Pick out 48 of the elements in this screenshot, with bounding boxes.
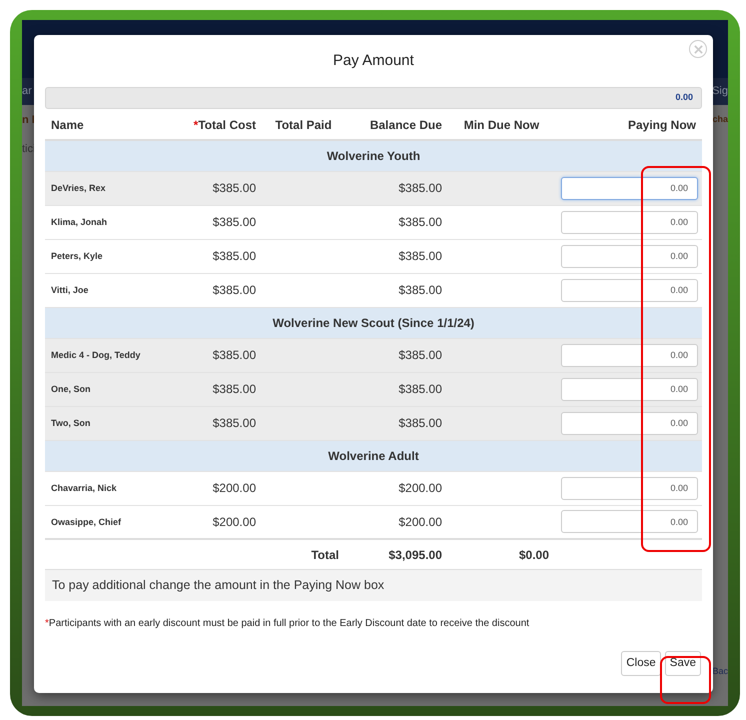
paying-now-field[interactable]: 0.00: [561, 244, 698, 268]
info-text: To pay additional change the amount in the Paying Now box: [45, 569, 702, 601]
group-heading: Wolverine Adult: [45, 440, 702, 471]
nav-text: Sig: [712, 84, 728, 100]
paying-now-field[interactable]: 0.00: [561, 344, 698, 366]
participant-name[interactable]: One, Son: [45, 372, 160, 406]
paying-now-field[interactable]: 0.00: [561, 176, 698, 200]
amount-cell: $385.00: [345, 338, 448, 372]
paying-now-field[interactable]: 0.00: [561, 412, 698, 434]
paying-now-field[interactable]: 0.00: [561, 476, 698, 500]
page-text: n I: [22, 112, 35, 128]
participant-name[interactable]: Klima, Jonah: [45, 205, 160, 239]
amount-cell: $200.00: [160, 471, 262, 505]
amount-cell: $200.00: [345, 471, 448, 505]
paying-now-field[interactable]: 0.00: [561, 378, 698, 400]
close-button[interactable]: Close: [621, 650, 661, 676]
amount-cell: $385.00: [160, 372, 262, 406]
amount-cell: $385.00: [160, 171, 262, 205]
participant-name[interactable]: Owasippe, Chief: [45, 505, 160, 539]
amount-cell: $385.00: [345, 171, 448, 205]
amount-cell: $200.00: [160, 505, 262, 539]
dialog-title: Pay Amount: [332, 51, 415, 71]
participant-name[interactable]: Chavarria, Nick: [45, 471, 160, 505]
participant-name[interactable]: Peters, Kyle: [45, 239, 160, 273]
highlight-annotation: [660, 656, 711, 704]
amount-cell: $385.00: [345, 239, 448, 273]
paying-now-field[interactable]: 0.00: [561, 210, 698, 234]
participant-name[interactable]: DeVries, Rex: [45, 171, 160, 205]
amount-cell: $385.00: [160, 406, 262, 440]
save-button[interactable]: Save: [664, 650, 701, 676]
summary-total: 0.00: [675, 91, 693, 104]
amount-cell: $385.00: [160, 239, 262, 273]
amount-cell: $385.00: [160, 205, 262, 239]
page-text: cha: [712, 113, 728, 126]
amount-cell: $385.00: [345, 372, 448, 406]
nav-text: ar: [22, 84, 32, 100]
paying-now-field[interactable]: 0.00: [561, 278, 698, 302]
footnote: *Participants with an early discount must be paid in full prior to the Early Discount date to receive the discount: [45, 616, 530, 631]
close-icon[interactable]: [689, 40, 707, 58]
participant-name[interactable]: Medic 4 - Dog, Teddy: [45, 338, 160, 372]
participant-name[interactable]: Two, Son: [45, 406, 160, 440]
amount-cell: $385.00: [160, 338, 262, 372]
amount-cell: $385.00: [345, 205, 448, 239]
group-heading: Wolverine New Scout (Since 1/1/24): [45, 307, 702, 338]
group-heading: Wolverine Youth: [45, 140, 702, 171]
amount-cell: $200.00: [345, 505, 448, 539]
paying-now-field[interactable]: 0.00: [561, 510, 698, 534]
amount-cell: $385.00: [345, 406, 448, 440]
